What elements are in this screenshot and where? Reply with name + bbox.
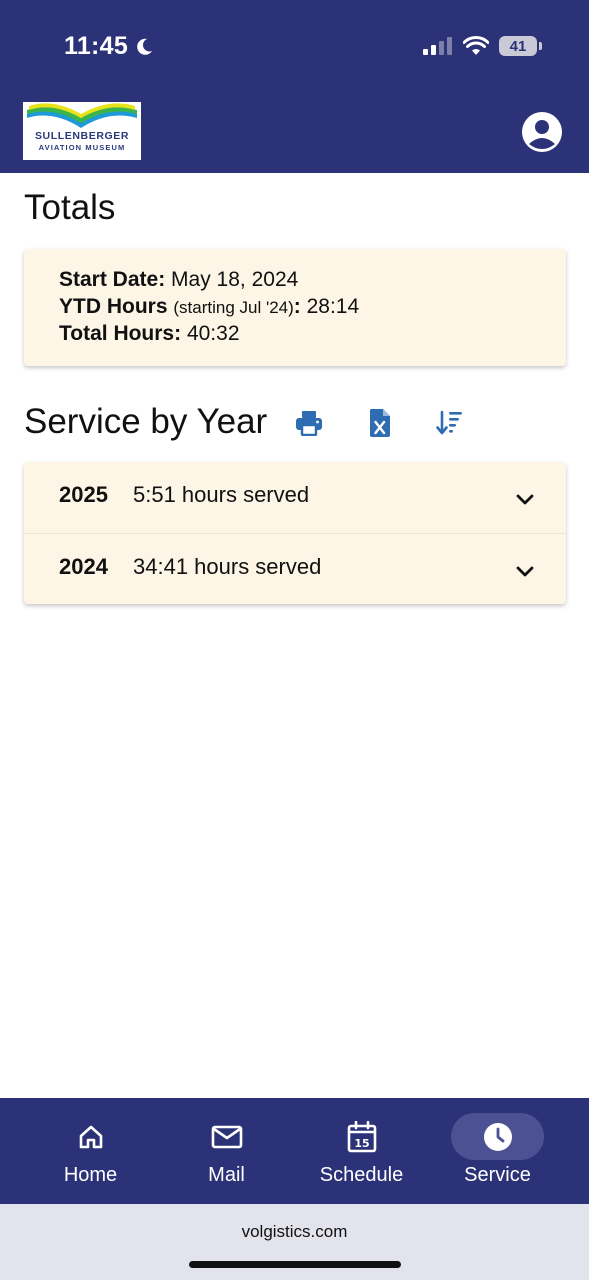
museum-logo[interactable]: SULLENBERGER AVIATION MUSEUM bbox=[23, 102, 141, 160]
home-indicator[interactable] bbox=[189, 1261, 401, 1268]
nav-home[interactable]: Home bbox=[17, 1098, 164, 1204]
calendar-icon: 15 bbox=[347, 1120, 376, 1152]
moon-icon bbox=[137, 38, 153, 55]
hours-served: 5:51 hours served bbox=[133, 482, 310, 507]
ytd-hours-note: (starting Jul '24) bbox=[173, 297, 294, 317]
total-hours-label: Total Hours: bbox=[59, 322, 182, 345]
totals-card: Start Date: May 18, 2024 YTD Hours (star… bbox=[24, 249, 566, 366]
service-years-list: 2025 5:51 hours served 2024 34:41 hours … bbox=[24, 462, 566, 604]
start-date-label: Start Date: bbox=[59, 268, 166, 291]
bottom-navigation: Home Mail 15 Schedule Service bbox=[0, 1098, 589, 1204]
ytd-hours-label: YTD Hours bbox=[59, 294, 168, 318]
print-icon[interactable] bbox=[294, 408, 324, 438]
logo-line-2: AVIATION MUSEUM bbox=[38, 143, 126, 152]
chevron-down-icon[interactable] bbox=[514, 560, 536, 582]
nav-service-label: Service bbox=[464, 1164, 531, 1186]
chevron-down-icon[interactable] bbox=[514, 488, 536, 510]
year-label: 2025 bbox=[59, 482, 108, 507]
status-bar: 11:45 41 bbox=[0, 0, 589, 95]
status-time: 11:45 bbox=[64, 32, 154, 61]
sort-icon[interactable] bbox=[435, 408, 465, 438]
nav-mail[interactable]: Mail bbox=[153, 1098, 300, 1204]
wifi-icon bbox=[463, 36, 489, 55]
cellular-signal-icon bbox=[423, 37, 452, 55]
browser-address-bar[interactable]: volgistics.com bbox=[0, 1204, 589, 1280]
hours-served: 34:41 hours served bbox=[133, 554, 322, 579]
nav-service[interactable]: Service bbox=[424, 1098, 571, 1204]
battery-indicator: 41 bbox=[499, 36, 542, 56]
nav-mail-label: Mail bbox=[208, 1164, 245, 1186]
nav-service-pill bbox=[451, 1113, 544, 1160]
home-icon bbox=[79, 1125, 102, 1148]
logo-line-1: SULLENBERGER bbox=[34, 130, 130, 142]
status-indicators: 41 bbox=[423, 36, 542, 56]
clock-icon bbox=[483, 1122, 512, 1151]
total-hours-line: Total Hours: 40:32 bbox=[59, 321, 566, 348]
nav-home-label: Home bbox=[63, 1164, 118, 1186]
account-circle-icon[interactable] bbox=[522, 112, 562, 152]
ytd-hours-value: 28:14 bbox=[306, 294, 360, 318]
ytd-hours-line: YTD Hours (starting Jul '24): 28:14 bbox=[59, 294, 566, 322]
totals-heading: Totals bbox=[24, 188, 116, 227]
clock-text: 11:45 bbox=[64, 32, 129, 60]
ytd-colon: : bbox=[293, 294, 301, 318]
nav-schedule[interactable]: 15 Schedule bbox=[288, 1098, 435, 1204]
nav-schedule-label: Schedule bbox=[319, 1164, 404, 1186]
year-label: 2024 bbox=[59, 554, 108, 579]
nav-home-pill bbox=[44, 1113, 137, 1160]
nav-mail-pill bbox=[180, 1113, 273, 1160]
wings-icon bbox=[27, 103, 137, 128]
calendar-day-number: 15 bbox=[354, 1137, 369, 1150]
battery-level: 41 bbox=[509, 37, 527, 55]
mail-icon bbox=[211, 1125, 242, 1148]
year-row-2024[interactable]: 2024 34:41 hours served bbox=[24, 533, 566, 604]
start-date-value: May 18, 2024 bbox=[171, 268, 299, 291]
nav-schedule-pill: 15 bbox=[315, 1113, 408, 1160]
excel-file-icon[interactable] bbox=[365, 408, 395, 438]
total-hours-value: 40:32 bbox=[186, 322, 240, 345]
service-by-year-heading: Service by Year bbox=[24, 402, 268, 441]
start-date-line: Start Date: May 18, 2024 bbox=[59, 267, 566, 294]
year-row-2025[interactable]: 2025 5:51 hours served bbox=[24, 462, 566, 533]
app-header: SULLENBERGER AVIATION MUSEUM bbox=[0, 95, 589, 173]
url-text: volgistics.com bbox=[241, 1222, 348, 1241]
